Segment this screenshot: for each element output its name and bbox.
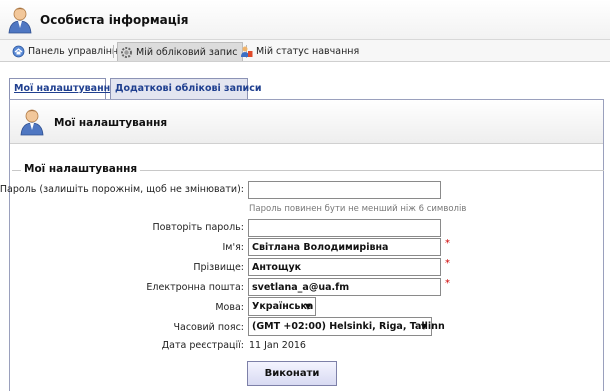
tab-my-settings[interactable]: Мої налаштування [9, 78, 116, 100]
nav-dashboard-label: Панель управління [28, 46, 124, 57]
last-name-input[interactable] [248, 258, 441, 276]
page-title: Особиста інформація [40, 13, 189, 27]
nav-divider [113, 45, 114, 58]
password-repeat-input[interactable] [248, 219, 441, 237]
timezone-select[interactable]: (GMT +02:00) Helsinki, Riga, Tallinn ▼ [248, 317, 445, 336]
required-marker: * [445, 258, 450, 269]
chevron-down-icon: ▼ [420, 322, 427, 331]
password-hint: Пароль повинен бути не менший ніж 6 симв… [249, 204, 467, 214]
first-name-input[interactable] [248, 238, 441, 256]
required-marker: * [445, 238, 450, 249]
registration-date-label: Дата реєстрації: [161, 340, 244, 351]
nav-dashboard[interactable]: Панель управління [10, 42, 124, 61]
language-label: Мова: [215, 302, 244, 313]
submit-button[interactable]: Виконати [247, 361, 337, 386]
main-navigation: Панель управління Мій обліковий запис Мі… [0, 40, 610, 62]
password-label: Пароль (залишіть порожнім, щоб не змінюв… [0, 184, 244, 195]
timezone-select-value: (GMT +02:00) Helsinki, Riga, Tallinn [252, 321, 445, 332]
nav-study-status-label: Мій статус навчання [256, 46, 360, 57]
password-repeat-label: Повторіть пароль: [152, 222, 244, 233]
nav-study-status[interactable]: Мій статус навчання [238, 42, 359, 61]
page-header: Особиста інформація [0, 0, 610, 40]
last-name-label: Прізвище: [193, 262, 244, 273]
study-status-icon [241, 46, 253, 57]
first-name-label: Ім'я: [222, 242, 245, 253]
email-label: Електронна пошта: [146, 282, 244, 293]
user-icon [20, 109, 44, 136]
panel-header: Мої налаштування [10, 100, 603, 144]
required-marker: * [445, 278, 450, 289]
email-input[interactable] [248, 278, 441, 296]
dashboard-icon [12, 45, 25, 58]
password-input[interactable] [248, 181, 441, 199]
language-select[interactable]: Українська ▼ [248, 297, 316, 316]
timezone-label: Часовий пояс: [173, 322, 245, 333]
account-gear-icon [121, 47, 132, 58]
chevron-down-icon: ▼ [304, 302, 311, 311]
tab-additional-accounts[interactable]: Додаткові облікові записи [110, 78, 262, 100]
panel-title: Мої налаштування [54, 117, 168, 129]
nav-my-account-label: Мій обліковий запис [136, 47, 238, 58]
fieldset-legend: Мої налаштування [21, 163, 141, 175]
registration-date-value: 11 Jan 2016 [249, 340, 306, 351]
nav-my-account[interactable]: Мій обліковий запис [117, 42, 243, 61]
user-icon [8, 7, 32, 34]
